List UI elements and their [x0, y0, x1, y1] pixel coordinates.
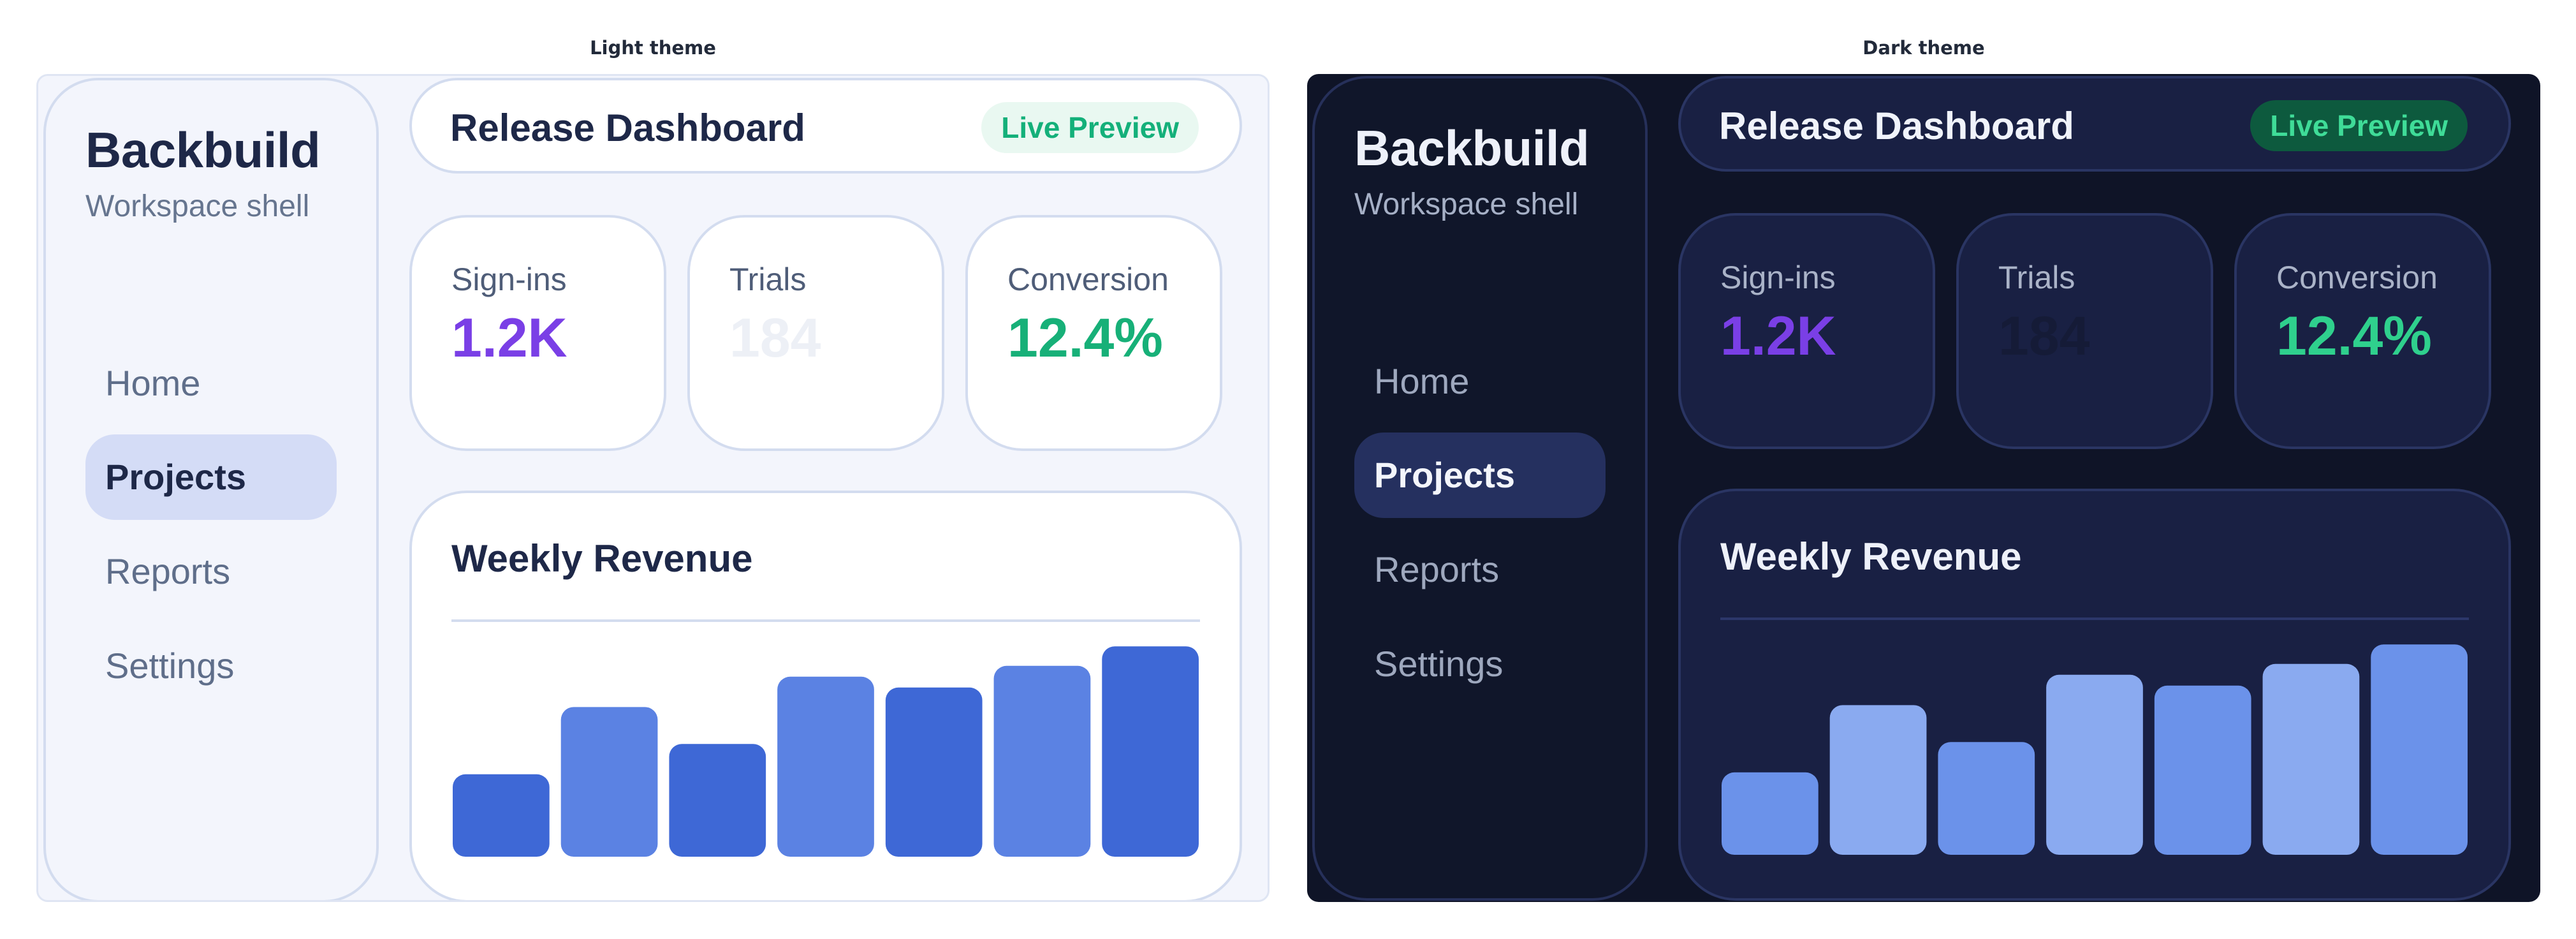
stat-card-trials: Trials 184: [687, 215, 944, 451]
stat-value: 184: [1998, 306, 2090, 367]
revenue-bar-2: [560, 707, 658, 857]
revenue-bar-7: [2371, 644, 2468, 855]
stat-label: Sign-ins: [1720, 260, 1836, 295]
revenue-bar-4: [777, 676, 874, 857]
stat-label: Sign-ins: [451, 262, 567, 297]
weekly-revenue-card: Weekly Revenue: [1678, 489, 2511, 901]
weekly-revenue-chart: [453, 646, 1199, 857]
stat-card-conversion: Conversion 12.4%: [965, 215, 1222, 451]
stat-label: Trials: [729, 262, 807, 297]
header-bar: Release Dashboard Live Preview: [409, 78, 1242, 174]
stat-value: 184: [729, 307, 821, 369]
page-title: Release Dashboard: [450, 107, 805, 149]
stat-label: Conversion: [1007, 262, 1169, 297]
revenue-bar-7: [1102, 646, 1199, 857]
sidebar-item-projects[interactable]: Projects: [1354, 433, 1606, 518]
sidebar-item-home[interactable]: Home: [1354, 339, 1606, 424]
dark-theme-panel: Backbuild Workspace shell Home Projects …: [1307, 74, 2540, 902]
weekly-revenue-chart: [1722, 644, 2468, 855]
revenue-bar-1: [453, 774, 550, 857]
revenue-bar-4: [2046, 674, 2143, 855]
revenue-bar-3: [669, 744, 766, 857]
header-bar: Release Dashboard Live Preview: [1678, 76, 2511, 172]
weekly-revenue-card: Weekly Revenue: [409, 491, 1242, 900]
light-theme-panel: Backbuild Workspace shell Home Projects …: [36, 74, 1270, 902]
divider: [451, 619, 1200, 622]
sidebar-item-reports[interactable]: Reports: [1354, 527, 1606, 612]
dark-theme-title: Dark theme: [1862, 37, 1985, 59]
sidebar: Backbuild Workspace shell Home Projects …: [1312, 76, 1648, 901]
sidebar: Backbuild Workspace shell Home Projects …: [43, 78, 379, 900]
stat-card-sign-ins: Sign-ins 1.2K: [1678, 213, 1935, 449]
sidebar-item-settings[interactable]: Settings: [1354, 621, 1606, 707]
live-preview-badge[interactable]: Live Preview: [981, 102, 1199, 153]
sidebar-item-reports[interactable]: Reports: [85, 529, 337, 614]
brand-name: Backbuild: [1354, 120, 1590, 176]
live-preview-badge[interactable]: Live Preview: [2250, 100, 2468, 151]
revenue-bar-5: [2154, 685, 2251, 855]
page-title: Release Dashboard: [1719, 105, 2074, 147]
stat-card-conversion: Conversion 12.4%: [2234, 213, 2491, 449]
sidebar-item-settings[interactable]: Settings: [85, 623, 337, 709]
stat-value: 1.2K: [1720, 306, 1836, 367]
chart-title: Weekly Revenue: [451, 537, 753, 580]
brand-subtitle: Workspace shell: [1354, 188, 1579, 221]
chart-title: Weekly Revenue: [1720, 535, 2022, 578]
revenue-bar-3: [1938, 742, 2035, 855]
sidebar-item-projects[interactable]: Projects: [85, 434, 337, 520]
stat-value: 12.4%: [1007, 307, 1163, 369]
stat-card-sign-ins: Sign-ins 1.2K: [409, 215, 666, 451]
stat-label: Conversion: [2276, 260, 2438, 295]
revenue-bar-6: [2262, 663, 2360, 855]
revenue-bar-2: [1829, 705, 1927, 855]
revenue-bar-1: [1722, 772, 1819, 855]
stat-value: 12.4%: [2276, 306, 2432, 367]
revenue-bar-6: [993, 665, 1091, 857]
revenue-bar-5: [885, 687, 983, 857]
stat-value: 1.2K: [451, 307, 567, 369]
brand-name: Backbuild: [85, 122, 321, 178]
sidebar-item-home[interactable]: Home: [85, 341, 337, 426]
brand-subtitle: Workspace shell: [85, 189, 310, 223]
stat-label: Trials: [1998, 260, 2075, 295]
stat-card-trials: Trials 184: [1956, 213, 2213, 449]
divider: [1720, 617, 2469, 620]
light-theme-title: Light theme: [590, 37, 716, 59]
